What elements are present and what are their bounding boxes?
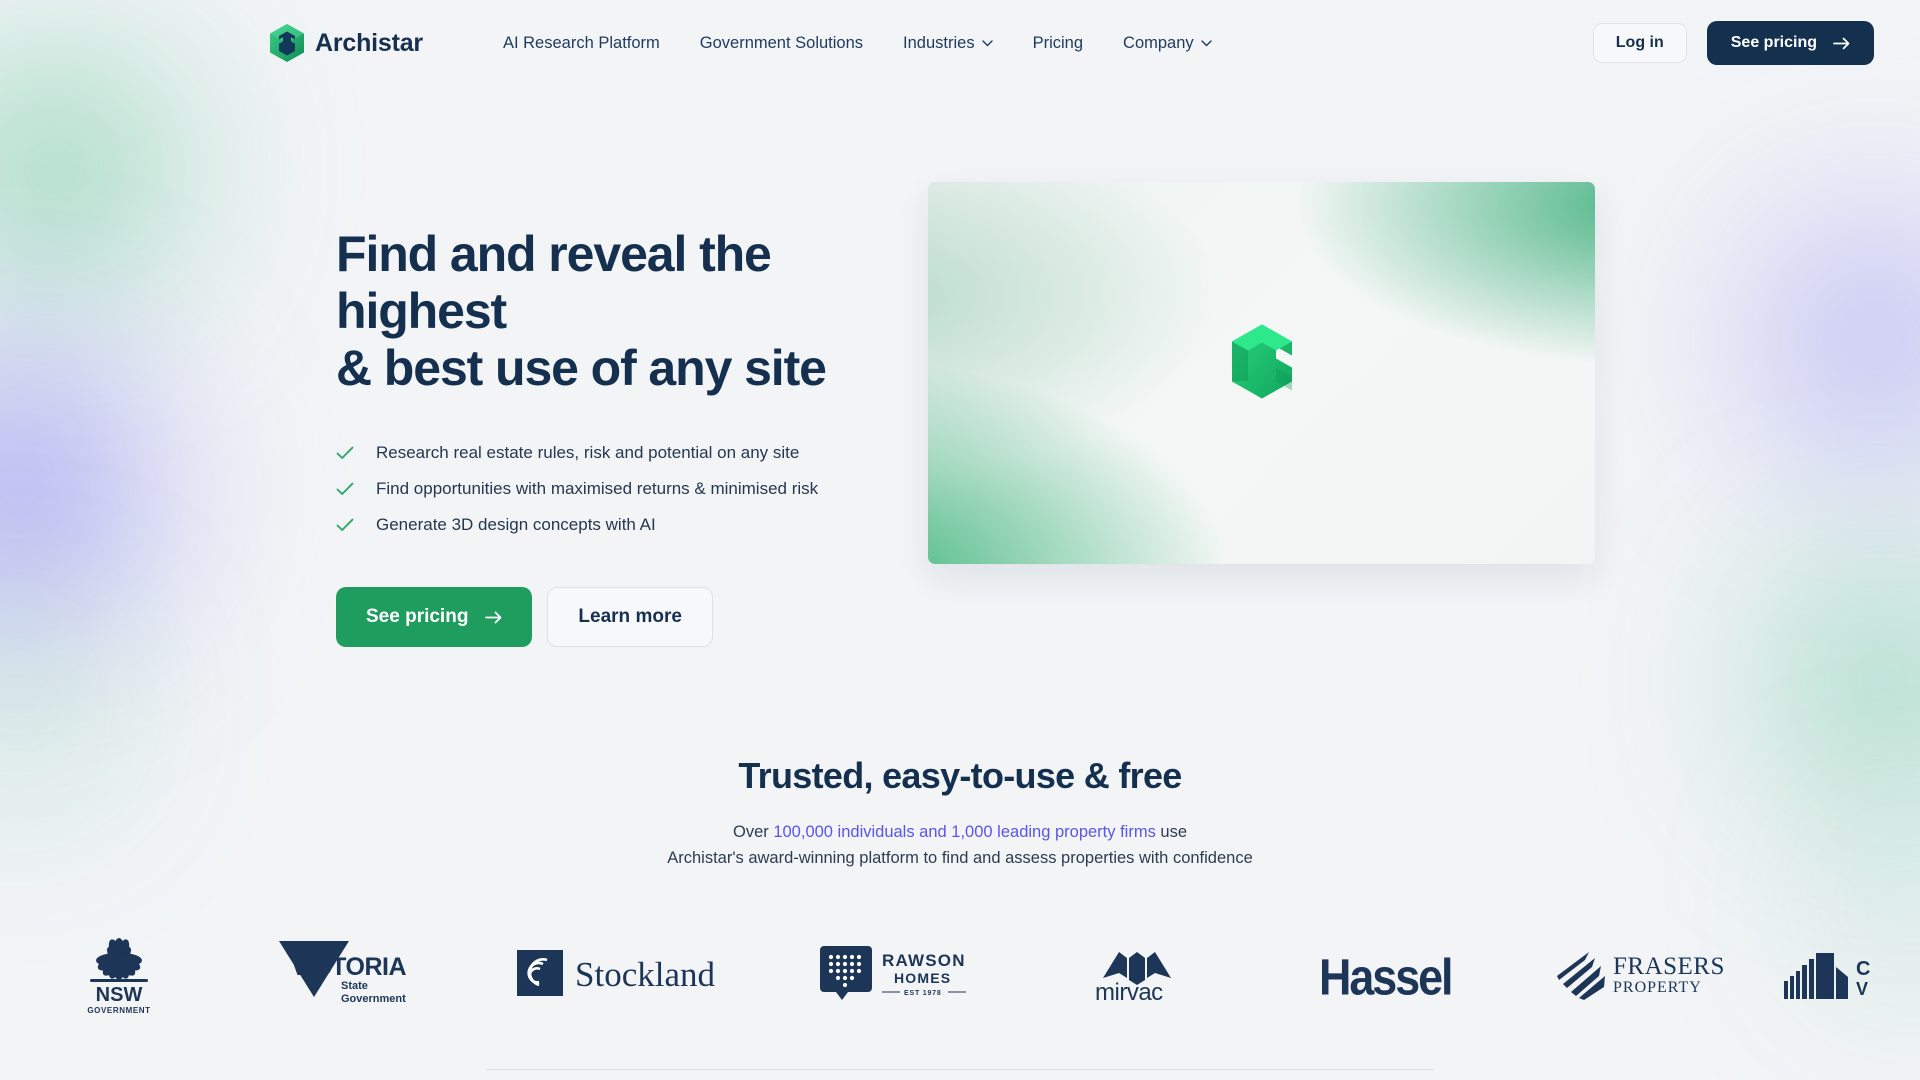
see-pricing-button-hero[interactable]: See pricing — [336, 587, 533, 647]
svg-text:V: V — [1856, 979, 1868, 999]
nav-item-label: Industries — [903, 33, 975, 52]
svg-text:VICTORIA: VICTORIA — [291, 953, 406, 981]
client-logo-victoria-state-government: VICTORIA State Government — [214, 913, 464, 1033]
check-icon — [336, 518, 354, 532]
list-item-label: Research real estate rules, risk and pot… — [376, 443, 800, 462]
trusted-line2: Archistar's award-winning platform to fi… — [667, 848, 1253, 867]
svg-text:NSW: NSW — [96, 984, 143, 1006]
see-pricing-label: See pricing — [1730, 34, 1817, 51]
nav-item-label: Company — [1123, 33, 1194, 52]
list-item-label: Find opportunities with maximised return… — [376, 479, 819, 498]
svg-text:C: C — [1856, 958, 1870, 980]
svg-text:Government: Government — [341, 993, 406, 1005]
archistar-isometric-c-logo-icon — [1230, 323, 1294, 424]
svg-text:Stockland: Stockland — [575, 955, 715, 994]
trusted-subtitle: Over 100,000 individuals and 1,000 leadi… — [0, 820, 1920, 871]
client-logo-stockland: Stockland — [464, 913, 779, 1033]
page-title: Find and reveal the highest & best use o… — [336, 226, 876, 397]
victoria-state-government-logo: VICTORIA State Government — [269, 935, 409, 1011]
section-divider — [486, 1069, 1434, 1071]
svg-text:FRASERS: FRASERS — [1613, 953, 1725, 980]
nav-item-pricing[interactable]: Pricing — [1033, 34, 1083, 53]
building-logo: C V — [1782, 945, 1877, 1001]
nav-item-ai-research-platform[interactable]: AI Research Platform — [503, 34, 660, 53]
client-logo-strip: NSW GOVERNMENT VICTORIA State Government — [0, 913, 1920, 1033]
archistar-hexagon-logo-icon — [270, 24, 304, 62]
client-logo-nsw-government: NSW GOVERNMENT — [24, 913, 214, 1033]
list-item: Generate 3D design concepts with AI — [336, 515, 876, 535]
client-logo-building: C V — [1769, 913, 1889, 1033]
nav-item-company[interactable]: Company — [1123, 34, 1212, 53]
learn-more-button[interactable]: Learn more — [547, 587, 713, 647]
svg-text:GOVERNMENT: GOVERNMENT — [87, 1006, 150, 1015]
svg-text:State: State — [341, 980, 368, 992]
see-pricing-button-header[interactable]: See pricing — [1706, 21, 1874, 65]
frasers-property-logo: FRASERS PROPERTY — [1549, 942, 1729, 1004]
nsw-government-logo: NSW GOVERNMENT — [84, 929, 154, 1017]
svg-text:RAWSON: RAWSON — [882, 951, 966, 970]
check-icon — [336, 446, 354, 460]
list-item-label: Generate 3D design concepts with AI — [376, 515, 656, 534]
client-logo-hassell: Hassell — [1259, 913, 1509, 1033]
client-logo-mirvac: mirvac — [1024, 913, 1259, 1033]
hero-section: Find and reveal the highest & best use o… — [0, 86, 1920, 647]
hassell-logo: Hassell — [1317, 948, 1452, 998]
nav-item-label: AI Research Platform — [502, 33, 660, 52]
svg-text:mirvac: mirvac — [1095, 979, 1163, 1004]
trusted-line1-post: use — [1155, 823, 1188, 841]
brand-name: Archistar — [315, 28, 423, 57]
list-item: Find opportunities with maximised return… — [336, 479, 876, 499]
hero-media-panel[interactable] — [928, 182, 1595, 564]
see-pricing-label: See pricing — [366, 606, 469, 627]
trusted-section: Trusted, easy-to-use & free Over 100,000… — [0, 647, 1920, 871]
svg-text:HOMES: HOMES — [894, 970, 951, 986]
svg-text:PROPERTY: PROPERTY — [1613, 979, 1702, 996]
nav-item-government-solutions[interactable]: Government Solutions — [700, 34, 863, 53]
svg-text:Hassell: Hassell — [1319, 950, 1452, 998]
rawson-homes-logo: RAWSON HOMES EST 1978 — [812, 942, 992, 1004]
chevron-down-icon — [1200, 39, 1212, 47]
trusted-title: Trusted, easy-to-use & free — [738, 755, 1182, 796]
check-icon — [336, 482, 354, 496]
site-header: Archistar AI Research Platform Governmen… — [0, 0, 1920, 86]
login-button[interactable]: Log in — [1592, 23, 1687, 63]
trusted-line1-highlight: 100,000 individuals and 1,000 leading pr… — [773, 823, 1156, 841]
list-item: Research real estate rules, risk and pot… — [336, 443, 876, 463]
hero-cta-group: See pricing Learn more — [336, 587, 876, 647]
nav-item-label: Pricing — [1032, 33, 1084, 52]
hero-title-line-2: & best use of any site — [336, 340, 827, 396]
page-root: Archistar AI Research Platform Governmen… — [0, 0, 1920, 1080]
hero-copy: Find and reveal the highest & best use o… — [336, 186, 876, 647]
nav-item-label: Government Solutions — [699, 33, 864, 52]
svg-text:EST 1978: EST 1978 — [904, 990, 942, 997]
brand-logo-link[interactable]: Archistar — [270, 24, 423, 62]
hero-title-line-1: Find and reveal the highest — [336, 226, 772, 339]
trusted-line1-pre: Over — [732, 823, 774, 841]
hero-feature-list: Research real estate rules, risk and pot… — [336, 443, 876, 535]
mirvac-logo: mirvac — [1089, 942, 1194, 1004]
client-logo-rawson-homes: RAWSON HOMES EST 1978 — [779, 913, 1024, 1033]
chevron-down-icon — [981, 39, 993, 47]
main-navigation: AI Research Platform Government Solution… — [503, 34, 1212, 53]
arrow-right-icon — [1833, 37, 1850, 50]
stockland-logo: Stockland — [516, 946, 727, 1000]
header-actions: Log in See pricing — [1592, 21, 1874, 65]
client-logo-frasers-property: FRASERS PROPERTY — [1509, 913, 1769, 1033]
nav-item-industries[interactable]: Industries — [903, 34, 993, 53]
arrow-right-icon — [485, 611, 502, 624]
